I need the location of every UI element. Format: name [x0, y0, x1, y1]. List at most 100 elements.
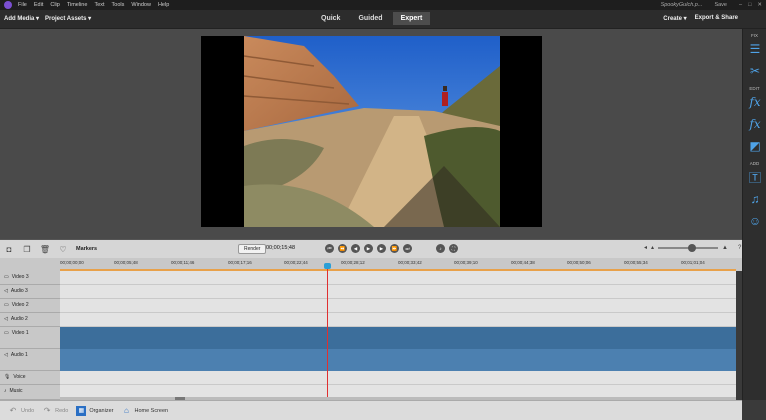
track-audio-2[interactable] [60, 313, 736, 327]
track-label: Video 2 [11, 302, 29, 308]
ruler-label: 00;00;28;12 [341, 260, 365, 265]
mode-quick[interactable]: Quick [313, 12, 348, 25]
zoom-slider[interactable] [658, 243, 719, 252]
next-edit-icon[interactable]: ⏩ [390, 244, 399, 253]
ruler-label: 00;00;55;34 [624, 260, 648, 265]
audio-track-icon: ◁ [4, 352, 8, 358]
audio-track-icon: ◁ [4, 316, 8, 322]
fullscreen-icon[interactable]: ⛶ [449, 244, 458, 253]
zoom-out-icon[interactable]: ◂ [644, 244, 647, 251]
home-screen-button[interactable]: ⌂ Home Screen [121, 406, 168, 416]
add-media-button[interactable]: Add Media ▾ [4, 15, 39, 22]
timeline-toolbar: ◘ ❐ 🗑 ♡ Markers Render 00;00;15;48 ⏮ ⏪ ◀… [0, 239, 742, 258]
menu-text[interactable]: Text [94, 2, 104, 8]
right-panel: FIX ☰ ✂ EDIT fx fx ◩ ADD 🅃 ♫ ☺ [742, 29, 766, 400]
undo-button[interactable]: ↶ Undo [8, 406, 35, 416]
track-header-video-1[interactable]: ▭ Video 1 [0, 327, 60, 349]
organizer-button[interactable]: ▦ Organizer [76, 405, 113, 416]
minimize-icon[interactable]: – [739, 2, 742, 8]
redo-button[interactable]: ↷ Redo [42, 406, 69, 416]
copy-icon[interactable]: ❐ [18, 242, 36, 256]
tools-icon[interactable]: ✂ [743, 60, 766, 82]
go-to-start-icon[interactable]: ⏮ [325, 244, 334, 253]
playhead-line[interactable] [327, 264, 328, 400]
track-header-music[interactable]: ♪ Music [0, 385, 60, 400]
effects-fx-icon[interactable]: fx [743, 91, 766, 113]
step-forward-icon[interactable]: ▶ [377, 244, 386, 253]
ruler-label: 00;00;22;44 [284, 260, 308, 265]
export-share-button[interactable]: Export & Share [695, 15, 738, 22]
track-video-3[interactable] [60, 271, 736, 285]
adjust-sliders-icon[interactable]: ☰ [743, 38, 766, 60]
preview-frame-image [244, 36, 500, 227]
track-label: Video 3 [11, 274, 29, 280]
menu-edit[interactable]: Edit [34, 2, 43, 8]
track-video-2[interactable] [60, 299, 736, 313]
menu-timeline[interactable]: Timeline [67, 2, 88, 8]
mode-guided[interactable]: Guided [350, 12, 390, 25]
playhead-handle[interactable] [324, 263, 331, 269]
track-label: Voice [13, 374, 26, 380]
render-button[interactable]: Render [238, 244, 267, 254]
title-area: SpookyGulch.p... Save – □ ✕ [661, 0, 762, 10]
track-audio-3[interactable] [60, 285, 736, 299]
track-label: Video 1 [11, 330, 29, 336]
menu-clip[interactable]: Clip [50, 2, 59, 8]
video-track-icon: ▭ [4, 302, 9, 308]
app-logo-icon [4, 1, 12, 9]
music-icon[interactable]: ♫ [743, 188, 766, 210]
previous-edit-icon[interactable]: ⏪ [338, 244, 347, 253]
timeline-tracks[interactable] [60, 271, 736, 400]
video-track-icon: ▭ [4, 330, 9, 336]
camera-icon[interactable]: ◘ [0, 242, 18, 256]
applied-fx-icon[interactable]: fx [743, 113, 766, 135]
mode-expert[interactable]: Expert [392, 12, 431, 25]
ruler-label: 00;00;39;10 [454, 260, 478, 265]
transitions-icon[interactable]: ◩ [743, 135, 766, 157]
status-bar: ↶ Undo ↷ Redo ▦ Organizer ⌂ Home Screen [0, 400, 742, 420]
timeline-ruler[interactable]: 00;00;00;00 00;00;05;48 00;00;11;46 00;0… [0, 258, 742, 271]
timecode-display: 00;00;15;48 [266, 245, 296, 251]
track-header-audio-1[interactable]: ◁ Audio 1 [0, 349, 60, 371]
window-controls: – □ ✕ [739, 2, 762, 8]
track-voice[interactable] [60, 371, 736, 385]
save-button[interactable]: Save [714, 2, 727, 8]
menu-file[interactable]: File [18, 2, 27, 8]
maximize-icon[interactable]: □ [748, 2, 751, 8]
track-header-audio-2[interactable]: ◁ Audio 2 [0, 313, 60, 327]
graphics-icon[interactable]: ☺ [743, 210, 766, 232]
menu-help[interactable]: Help [158, 2, 169, 8]
project-assets-button[interactable]: Project Assets ▾ [45, 15, 91, 22]
track-headers: ▭ Video 3 ◁ Audio 3 ▭ Video 2 ◁ Audio 2 ▭ Vid… [0, 271, 60, 400]
redo-icon: ↷ [43, 406, 51, 415]
track-header-voice[interactable]: 🎙 Voice [0, 371, 60, 385]
titles-icon[interactable]: 🅃 [743, 166, 766, 188]
video-preview[interactable] [201, 36, 542, 227]
track-header-video-3[interactable]: ▭ Video 3 [0, 271, 60, 285]
track-header-audio-3[interactable]: ◁ Audio 3 [0, 285, 60, 299]
ruler-label: 00;00;17;16 [228, 260, 252, 265]
audio-mixer-icon[interactable]: ♪ [436, 244, 445, 253]
trash-icon[interactable]: 🗑 [36, 242, 54, 256]
video-clip[interactable] [60, 327, 736, 349]
track-header-video-2[interactable]: ▭ Video 2 [0, 299, 60, 313]
menu-window[interactable]: Window [131, 2, 151, 8]
audio-clip[interactable] [60, 349, 736, 371]
marker-icon[interactable]: ♡ [54, 242, 72, 256]
menu-tools[interactable]: Tools [112, 2, 125, 8]
go-to-end-icon[interactable]: ⏭ [403, 244, 412, 253]
zoom-slider-knob[interactable] [688, 243, 697, 252]
help-icon[interactable]: ? [738, 245, 741, 251]
step-back-icon[interactable]: ◀ [351, 244, 360, 253]
track-label: Music [9, 388, 23, 394]
main-toolbar: Add Media ▾ Project Assets ▾ Quick Guide… [0, 10, 766, 29]
home-screen-label: Home Screen [134, 407, 169, 414]
ruler-label: 00;00;11;46 [171, 260, 195, 265]
ruler-label: 00;00;50;06 [567, 260, 591, 265]
markers-label[interactable]: Markers [76, 246, 97, 252]
create-button[interactable]: Create ▾ [663, 15, 686, 22]
close-icon[interactable]: ✕ [757, 2, 762, 8]
zoom-large-icon: ▲ [722, 244, 728, 251]
track-label: Audio 2 [10, 316, 28, 322]
play-icon[interactable]: ▶ [364, 244, 373, 253]
